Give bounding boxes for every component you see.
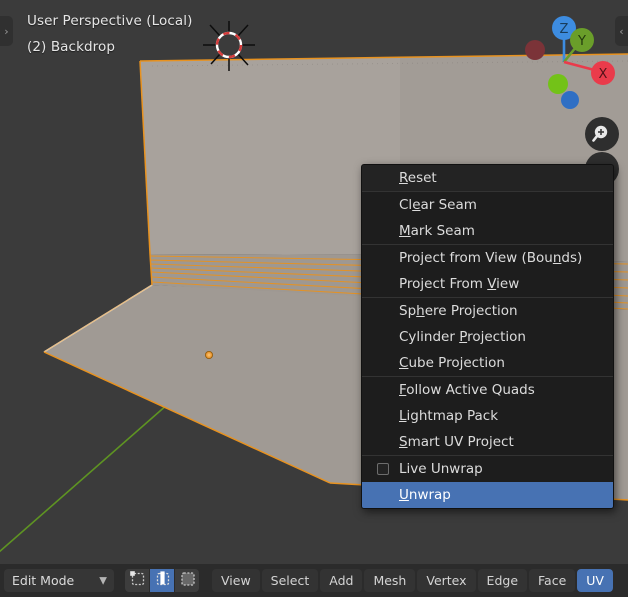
cursor-3d — [203, 21, 255, 71]
menu-item-lightmap-pack[interactable]: Lightmap Pack — [362, 403, 613, 429]
menu-item-follow-active-quads[interactable]: Follow Active Quads — [362, 377, 613, 403]
viewport-header-bar: Edit Mode ▼ View Select Add Mesh Vertex Edge F… — [0, 564, 628, 597]
face-select-mode[interactable] — [175, 569, 199, 592]
menu-section: Sphere Projection Cylinder Projection Cube… — [362, 298, 613, 377]
gizmo-label-z: Z — [560, 22, 569, 37]
sidebar-toggle-right[interactable]: ‹ — [615, 16, 628, 46]
gizmo-label-y: Y — [577, 34, 586, 49]
menu-item-label: Project From View — [399, 276, 520, 292]
menu-select[interactable]: Select — [261, 569, 319, 592]
uv-context-menu[interactable]: Reset Clear Seam Mark Seam Project from Vie… — [361, 164, 614, 509]
menu-item-label: Unwrap — [399, 487, 451, 503]
object-origin-dot — [204, 350, 213, 359]
menu-item-smart-uv-project[interactable]: Smart UV Project — [362, 429, 613, 455]
menu-item-cylinder-projection[interactable]: Cylinder Projection — [362, 324, 613, 350]
edge-select-icon — [154, 570, 171, 591]
menu-item-label: Follow Active Quads — [399, 382, 535, 398]
menu-label: UV — [586, 573, 604, 588]
mode-dropdown-label: Edit Mode — [12, 573, 75, 588]
menu-section: Clear Seam Mark Seam — [362, 192, 613, 245]
menu-item-label: Lightmap Pack — [399, 408, 499, 424]
menu-item-cube-projection[interactable]: Cube Projection — [362, 350, 613, 376]
menu-add[interactable]: Add — [320, 569, 363, 592]
menu-item-mark-seam[interactable]: Mark Seam — [362, 218, 613, 244]
mesh-select-mode-group — [125, 569, 199, 592]
menu-section: Project from View (Bounds) Project From V… — [362, 245, 613, 298]
gizmo-ball-neg-x — [525, 40, 545, 60]
y-axis-line — [0, 403, 169, 553]
face-select-icon — [179, 570, 196, 591]
zoom-in-icon — [592, 125, 608, 142]
menu-item-live-unwrap[interactable]: Live Unwrap — [362, 456, 613, 482]
gizmo-ball-neg-y — [548, 74, 568, 94]
menu-item-label: Mark Seam — [399, 223, 475, 239]
menu-label: Mesh — [373, 573, 407, 588]
menu-item-sphere-projection[interactable]: Sphere Projection — [362, 298, 613, 324]
menu-uv[interactable]: UV — [577, 569, 613, 592]
menu-item-label: Smart UV Project — [399, 434, 514, 450]
menu-item-label: Reset — [399, 170, 437, 186]
menu-label: Edge — [486, 573, 519, 588]
menu-label: Select — [270, 573, 310, 588]
menu-item-unwrap[interactable]: Unwrap — [362, 482, 613, 508]
menu-view[interactable]: View — [212, 569, 260, 592]
menu-item-project-from-view-bounds[interactable]: Project from View (Bounds) — [362, 245, 613, 271]
checkbox-icon[interactable] — [377, 463, 389, 475]
menu-section: Follow Active Quads Lightmap Pack Smart UV… — [362, 377, 613, 456]
blender-window: Z Y X User Perspective (Local) (2) Backd… — [0, 0, 628, 597]
menu-section: Reset — [362, 165, 613, 192]
menu-item-label: Live Unwrap — [399, 461, 483, 477]
menu-section: Live Unwrap Unwrap — [362, 456, 613, 508]
mode-dropdown[interactable]: Edit Mode ▼ — [4, 569, 114, 592]
sidebar-toggle-left[interactable]: › — [0, 16, 13, 46]
menu-mesh[interactable]: Mesh — [364, 569, 416, 592]
zoom-in-button[interactable] — [585, 117, 619, 151]
vertex-select-icon — [129, 570, 146, 591]
menu-label: Face — [538, 573, 567, 588]
header-menu-bar: View Select Add Mesh Vertex Edge Face UV — [212, 569, 613, 592]
gizmo-label-x: X — [599, 67, 608, 82]
menu-item-project-from-view[interactable]: Project From View — [362, 271, 613, 297]
menu-label: View — [221, 573, 251, 588]
menu-item-label: Clear Seam — [399, 197, 477, 213]
menu-face[interactable]: Face — [529, 569, 576, 592]
menu-item-label: Cube Projection — [399, 355, 505, 371]
menu-label: Add — [329, 573, 354, 588]
menu-label: Vertex — [426, 573, 467, 588]
menu-item-label: Sphere Projection — [399, 303, 518, 319]
gizmo-ball-neg-z — [561, 91, 579, 109]
menu-vertex[interactable]: Vertex — [417, 569, 476, 592]
vertex-select-mode[interactable] — [125, 569, 149, 592]
menu-item-label: Cylinder Projection — [399, 329, 526, 345]
menu-item-clear-seam[interactable]: Clear Seam — [362, 192, 613, 218]
menu-edge[interactable]: Edge — [477, 569, 528, 592]
edge-select-mode[interactable] — [150, 569, 174, 592]
chevron-down-icon: ▼ — [99, 575, 107, 586]
menu-item-label: Project from View (Bounds) — [399, 250, 583, 266]
menu-item-reset[interactable]: Reset — [362, 165, 613, 191]
